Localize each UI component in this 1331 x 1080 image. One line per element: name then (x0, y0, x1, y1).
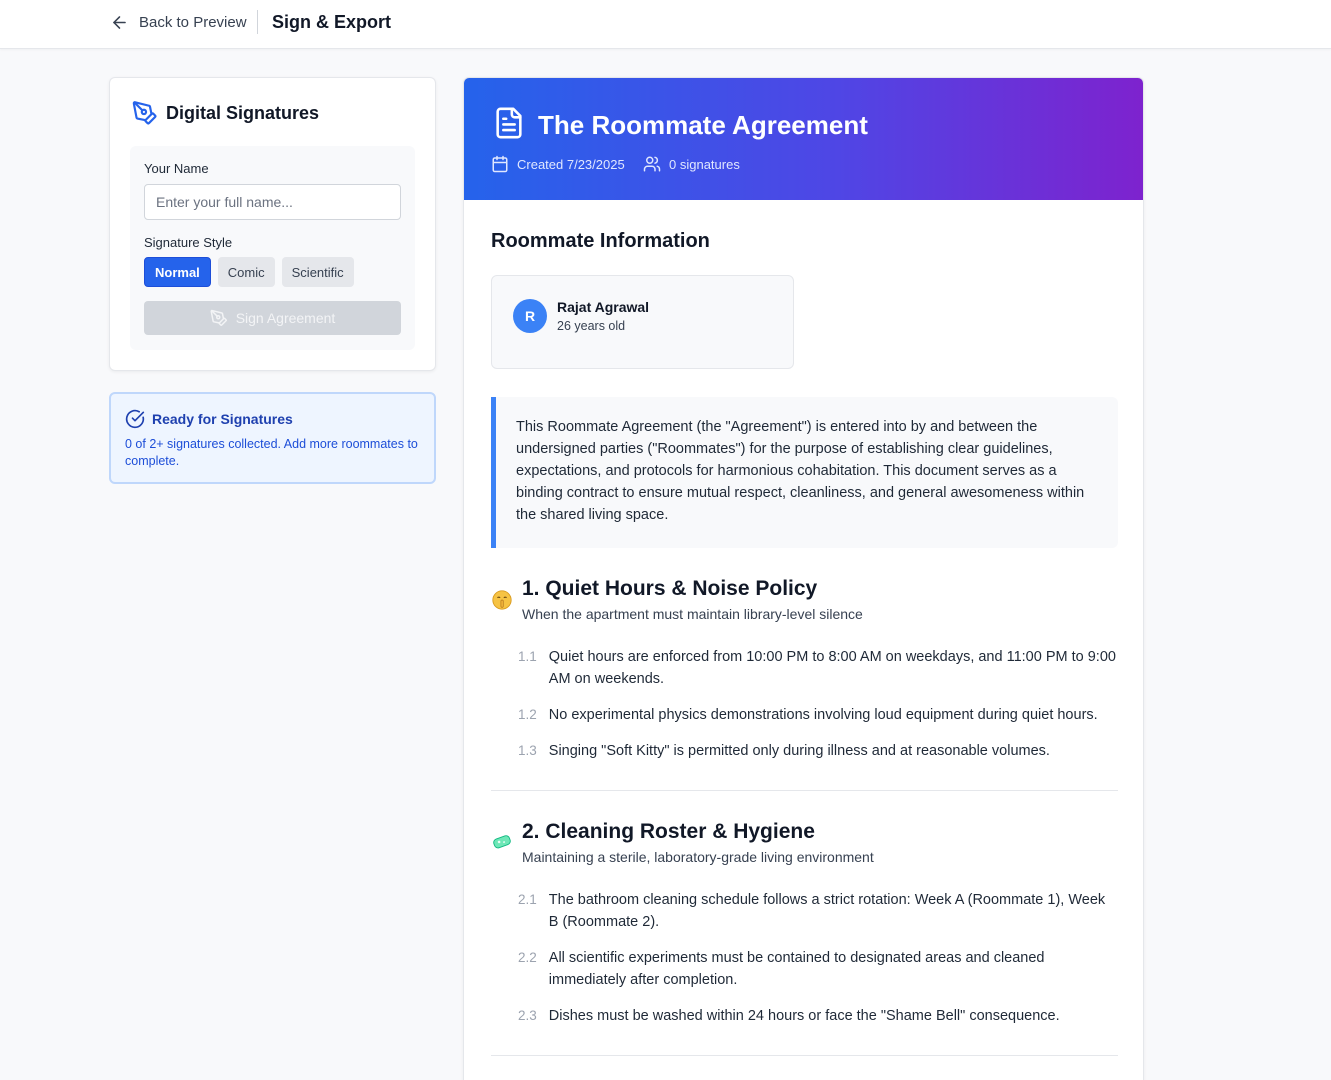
ready-header: Ready for Signatures (125, 409, 293, 429)
style-normal-button[interactable]: Normal (144, 257, 211, 287)
clause-item: 2.1 The bathroom cleaning schedule follo… (518, 889, 1118, 933)
style-scientific-button[interactable]: Scientific (281, 257, 354, 287)
file-text-icon (496, 107, 522, 139)
signature-style-label: Signature Style (144, 235, 233, 250)
clause-number: 2.1 (518, 892, 537, 907)
clause-number: 1.2 (518, 707, 537, 722)
ready-title: Ready for Signatures (152, 411, 293, 427)
clause-item: 2.3 Dishes must be washed within 24 hour… (518, 1005, 1118, 1027)
roommate-name: Rajat Agrawal (557, 299, 650, 315)
back-label: Back to Preview (139, 13, 247, 31)
document-header: The Roommate Agreement Created 7/23/2025… (464, 78, 1143, 200)
clause-number: 1.3 (518, 743, 537, 758)
section-title: 2. Cleaning Roster & Hygiene (522, 820, 815, 843)
signature-count: 0 signatures (643, 155, 740, 173)
clause-text: The bathroom cleaning schedule follows a… (548, 892, 1106, 930)
clause-text: All scientific experiments must be conta… (548, 950, 1045, 988)
section-subtitle: Maintaining a sterile, laboratory-grade … (522, 849, 874, 865)
section-title: 1. Quiet Hours & Noise Policy (522, 577, 818, 600)
name-label: Your Name (144, 161, 209, 176)
section-quiet-hours: 1. Quiet Hours & Noise Policy When the a… (491, 576, 1118, 791)
clause-item: 1.1 Quiet hours are enforced from 10:00 … (518, 646, 1118, 690)
document-title: The Roommate Agreement (538, 110, 868, 140)
clause-text: No experimental physics demonstrations i… (548, 707, 1098, 723)
digital-signatures-card: Digital Signatures Your Name Signature S… (109, 77, 436, 371)
roommate-card: R Rajat Agrawal 26 years old (491, 275, 794, 369)
pen-tool-icon (132, 101, 157, 125)
agreement-introduction: This Roommate Agreement (the "Agreement"… (491, 397, 1118, 548)
clause-text: Quiet hours are enforced from 10:00 PM t… (548, 649, 1116, 687)
name-input[interactable] (144, 184, 401, 220)
style-comic-button[interactable]: Comic (217, 257, 275, 287)
created-date: Created 7/23/2025 (491, 155, 625, 173)
soap-icon (493, 835, 511, 849)
users-icon (643, 156, 661, 172)
sign-button-label: Sign Agreement (235, 310, 336, 326)
roommate-age: 26 years old (557, 319, 626, 333)
section-divider (491, 1055, 1118, 1056)
clause-text: Dishes must be washed within 24 hours or… (548, 1008, 1060, 1024)
sign-agreement-button[interactable]: Sign Agreement (144, 301, 401, 335)
section-subtitle: When the apartment must maintain library… (522, 606, 863, 622)
roommate-information-heading: Roommate Information (491, 230, 710, 252)
card-title: Digital Signatures (166, 102, 320, 123)
ready-description: 0 of 2+ signatures collected. Add more r… (125, 437, 418, 468)
clause-number: 2.2 (518, 950, 537, 965)
clause-text: Singing "Soft Kitty" is permitted only d… (548, 743, 1050, 759)
check-circle-icon (125, 409, 145, 429)
section-divider (491, 790, 1118, 791)
shushing-face-icon (492, 590, 512, 610)
section-cleaning-roster: 2. Cleaning Roster & Hygiene Maintaining… (491, 819, 1118, 1056)
ready-for-signatures-card: Ready for Signatures 0 of 2+ signatures … (109, 392, 436, 484)
signature-style-options: Normal Comic Scientific (144, 257, 354, 287)
arrow-left-icon (113, 15, 126, 29)
back-to-preview-button[interactable]: Back to Preview (110, 11, 247, 33)
signature-form: Your Name Signature Style Normal Comic S… (130, 146, 415, 350)
clause-item: 2.2 All scientific experiments must be c… (518, 947, 1118, 991)
pen-tool-icon (210, 309, 227, 326)
clause-item: 1.3 Singing "Soft Kitty" is permitted on… (518, 740, 1118, 762)
signature-count-text: 0 signatures (669, 156, 740, 172)
card-header: Digital Signatures (132, 100, 319, 126)
avatar: R (513, 299, 547, 333)
clause-number: 2.3 (518, 1008, 537, 1023)
created-date-text: Created 7/23/2025 (517, 156, 625, 172)
agreement-document: The Roommate Agreement Created 7/23/2025… (463, 77, 1144, 1080)
clause-number: 1.1 (518, 649, 537, 664)
page-title: Sign & Export (272, 12, 392, 32)
calendar-icon (492, 155, 508, 173)
top-bar: Back to Preview Sign & Export (0, 0, 1331, 49)
divider (257, 10, 258, 34)
clause-item: 1.2 No experimental physics demonstratio… (518, 704, 1118, 726)
